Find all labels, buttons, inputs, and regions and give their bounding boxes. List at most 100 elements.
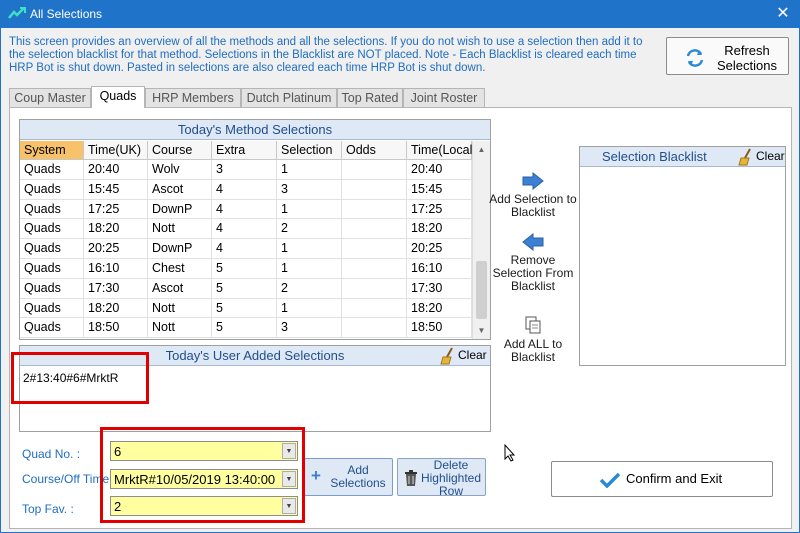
table-row[interactable]: Quads 17:30 Ascot 5 2 17:30 xyxy=(20,278,472,299)
remove-selection-from-blacklist-button[interactable]: Remove Selection From Blacklist xyxy=(488,233,578,293)
table-cell: 20:25 xyxy=(407,239,472,259)
top-fav-label: Top Fav. : xyxy=(22,502,74,516)
table-cell: DownP xyxy=(148,239,212,259)
table-cell: 1 xyxy=(277,239,342,259)
column-header-time-uk[interactable]: Time(UK) xyxy=(84,141,148,160)
tab-hrp-members[interactable]: HRP Members xyxy=(145,88,241,107)
table-cell: 1 xyxy=(277,258,342,279)
arrow-left-icon xyxy=(522,233,544,251)
table-cell: Nott xyxy=(148,219,212,240)
table-row[interactable]: Quads 18:20 Nott 4 2 18:20 xyxy=(20,219,472,240)
table-cell: Ascot xyxy=(148,278,212,299)
table-cell: 2 xyxy=(277,278,342,299)
table-cell: Nott xyxy=(148,318,212,339)
table-cell: 18:50 xyxy=(407,318,472,339)
course-off-time-label: Course/Off Time : xyxy=(22,472,116,486)
table-cell: 15:45 xyxy=(407,179,472,200)
column-header-selection[interactable]: Selection xyxy=(277,141,342,160)
table-cell: Nott xyxy=(148,298,212,319)
table-cell: 20:40 xyxy=(407,160,472,180)
tab-top-rated[interactable]: Top Rated xyxy=(337,88,403,107)
window-title: All Selections xyxy=(30,7,103,21)
checkmark-icon xyxy=(600,472,620,488)
grid-rows: Quads 20:40 Wolv 3 1 20:40 Quads 15:45 Ascot 4 3 15… xyxy=(20,160,472,339)
trash-icon xyxy=(405,470,417,486)
quad-no-dropdown[interactable]: 6 ▼ xyxy=(110,441,298,461)
table-row[interactable]: Quads 20:40 Wolv 3 1 20:40 xyxy=(20,160,472,180)
table-cell xyxy=(342,160,407,180)
method-selections-title: Today's Method Selections xyxy=(20,120,490,140)
plus-icon: + xyxy=(311,466,321,485)
tab-dutch-platinum[interactable]: Dutch Platinum xyxy=(241,88,337,107)
add-selections-button[interactable]: + Add Selections xyxy=(304,458,393,496)
tab-coup-master[interactable]: Coup Master xyxy=(9,88,91,107)
intro-text: This screen provides an overview of all … xyxy=(9,36,643,74)
table-cell: Chest xyxy=(148,258,212,279)
add-selection-to-blacklist-button[interactable]: Add Selection to Blacklist xyxy=(488,172,578,219)
table-cell: Quads xyxy=(20,179,84,200)
table-cell: 17:30 xyxy=(407,278,472,299)
refresh-icon xyxy=(686,49,704,67)
table-row[interactable]: Quads 18:50 Nott 5 3 18:50 xyxy=(20,318,472,339)
confirm-and-exit-button[interactable]: Confirm and Exit xyxy=(551,461,773,497)
table-row[interactable]: Quads 18:20 Nott 5 1 18:20 xyxy=(20,298,472,319)
table-cell: 4 xyxy=(212,199,277,220)
table-cell: 5 xyxy=(212,258,277,279)
app-logo-icon xyxy=(8,7,26,19)
table-cell: 18:50 xyxy=(84,318,148,339)
chevron-down-icon[interactable]: ▼ xyxy=(282,471,296,487)
table-cell: 4 xyxy=(212,219,277,240)
delete-highlighted-row-button[interactable]: Delete Highlighted Row xyxy=(397,458,486,498)
table-cell: Quads xyxy=(20,258,84,279)
refresh-selections-button[interactable]: Refresh Selections xyxy=(666,37,789,75)
close-button[interactable]: ✕ xyxy=(766,0,800,28)
add-all-to-blacklist-button[interactable]: Add ALL to Blacklist xyxy=(488,315,578,364)
add-selection-to-blacklist-label: Add Selection to Blacklist xyxy=(489,192,577,219)
table-cell: DownP xyxy=(148,199,212,220)
method-selections-grid: Today's Method Selections System Time(UK… xyxy=(19,119,491,340)
grid-header-row: System Time(UK) Course Extra Selection O… xyxy=(20,141,472,160)
table-row[interactable]: Quads 20:25 DownP 4 1 20:25 xyxy=(20,239,472,259)
table-cell: 20:25 xyxy=(84,239,148,259)
table-cell: 1 xyxy=(277,199,342,220)
list-item[interactable]: 2#13:40#6#MrktR xyxy=(23,371,118,385)
table-cell: 17:30 xyxy=(84,278,148,299)
user-added-selections-panel: Today's User Added Selections Clear 2#13… xyxy=(19,345,491,432)
table-cell: 4 xyxy=(212,239,277,259)
selection-blacklist-title: Selection Blacklist xyxy=(580,147,785,167)
table-cell: Quads xyxy=(20,278,84,299)
table-cell: 15:45 xyxy=(84,179,148,200)
table-cell: Quads xyxy=(20,219,84,240)
table-cell xyxy=(342,239,407,259)
top-fav-dropdown[interactable]: 2 ▼ xyxy=(110,496,298,516)
table-cell xyxy=(342,258,407,279)
table-cell: 16:10 xyxy=(84,258,148,279)
table-cell: Quads xyxy=(20,298,84,319)
column-header-course[interactable]: Course xyxy=(148,141,212,160)
table-row[interactable]: Quads 16:10 Chest 5 1 16:10 xyxy=(20,258,472,279)
quad-no-label: Quad No. : xyxy=(22,447,81,461)
table-cell: Wolv xyxy=(148,160,212,180)
column-header-system[interactable]: System xyxy=(20,141,84,160)
table-row[interactable]: Quads 17:25 DownP 4 1 17:25 xyxy=(20,199,472,220)
table-cell: 20:40 xyxy=(84,160,148,180)
selection-blacklist-panel: Selection Blacklist Clear xyxy=(579,146,786,366)
tab-quads[interactable]: Quads xyxy=(91,86,145,108)
chevron-down-icon[interactable]: ▼ xyxy=(282,498,296,514)
quads-tab-panel: Today's Method Selections System Time(UK… xyxy=(9,107,792,529)
blacklist-list[interactable] xyxy=(580,167,785,365)
table-cell: Quads xyxy=(20,160,84,180)
tab-joint-roster[interactable]: Joint Roster xyxy=(403,88,485,107)
column-header-extra[interactable]: Extra xyxy=(212,141,277,160)
add-all-to-blacklist-label: Add ALL to Blacklist xyxy=(503,337,563,364)
scroll-up-icon[interactable]: ▲ xyxy=(473,141,490,158)
chevron-down-icon[interactable]: ▼ xyxy=(282,443,296,459)
table-cell: 5 xyxy=(212,318,277,339)
table-cell: 2 xyxy=(277,219,342,240)
table-row[interactable]: Quads 15:45 Ascot 4 3 15:45 xyxy=(20,179,472,200)
column-header-time-local[interactable]: Time(Local xyxy=(407,141,472,160)
scroll-thumb[interactable] xyxy=(476,261,487,319)
column-header-odds[interactable]: Odds xyxy=(342,141,407,160)
mouse-cursor-icon xyxy=(504,444,516,462)
course-off-time-dropdown[interactable]: MrktR#10/05/2019 13:40:00 ▼ xyxy=(110,469,298,489)
